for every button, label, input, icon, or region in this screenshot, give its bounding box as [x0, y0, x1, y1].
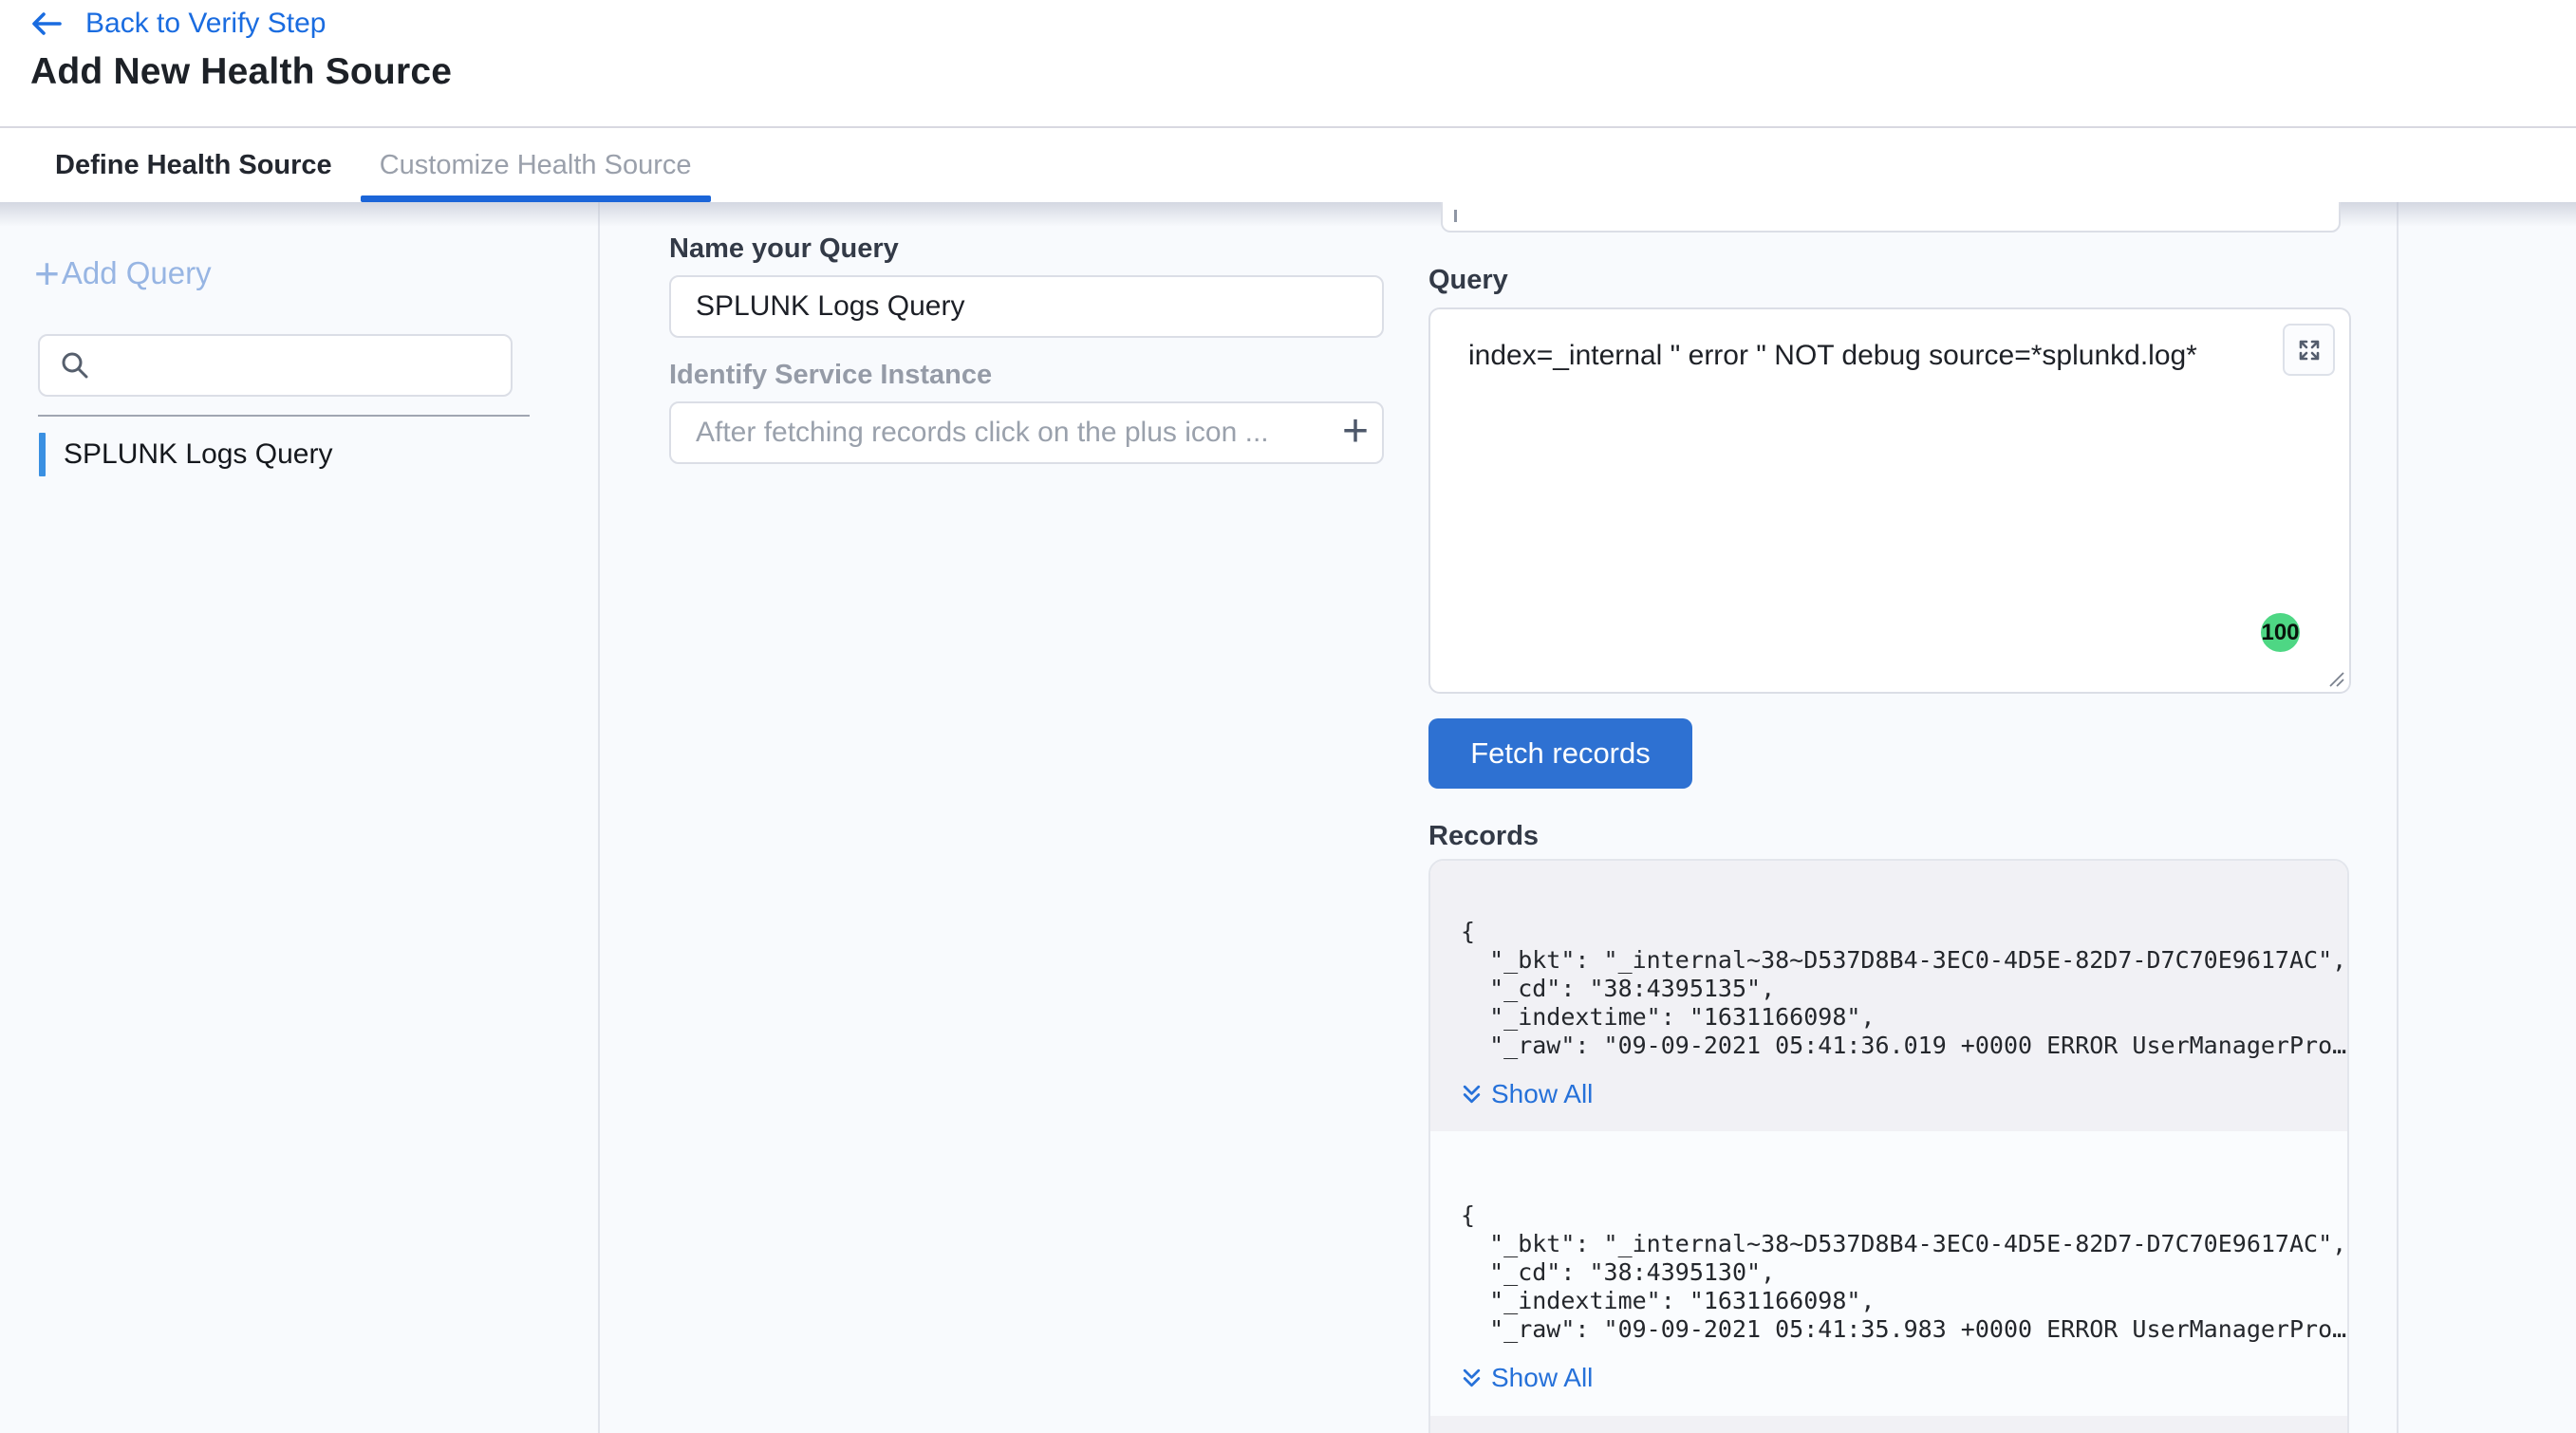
show-all-link[interactable]: Show All [1461, 1363, 2347, 1393]
record-card: { "_bkt": "_internal~38~D537D8B4-3EC0-4D… [1430, 861, 2347, 1131]
query-item-label: SPLUNK Logs Query [64, 438, 332, 471]
tab-customize-health-source[interactable]: Customize Health Source [380, 128, 692, 202]
add-service-instance-plus-icon[interactable]: + [1342, 407, 1369, 456]
record-json: { "_bkt": "_internal~38~D537D8B4-3EC0-4D… [1461, 1201, 2347, 1344]
sidebar-list-divider [38, 415, 530, 417]
chevron-double-down-icon [1461, 1368, 1483, 1389]
expand-icon [2296, 337, 2323, 363]
selected-indicator-bar [39, 433, 46, 476]
tab-define-health-source[interactable]: Define Health Source [55, 128, 332, 202]
back-arrow-icon [28, 9, 63, 39]
records-label: Records [1428, 821, 1539, 852]
page-header: Back to Verify Step Add New Health Sourc… [0, 0, 2576, 126]
query-textarea[interactable]: index=_internal " error " NOT debug sour… [1430, 309, 2349, 692]
records-container: { "_bkt": "_internal~38~D537D8B4-3EC0-4D… [1428, 859, 2349, 1433]
sidebar-item-splunk-logs-query[interactable]: SPLUNK Logs Query [39, 433, 332, 476]
textarea-resize-handle[interactable] [2326, 669, 2345, 688]
back-button[interactable]: Back to Verify Step [28, 8, 326, 40]
query-name-input[interactable] [669, 275, 1384, 338]
show-all-label: Show All [1491, 1363, 1593, 1393]
search-icon [59, 349, 91, 382]
content-area: + Add Query SPLUNK Logs Query Name your … [0, 202, 2576, 1433]
scrolled-input-partial[interactable] [1441, 202, 2341, 233]
tab-bar: Define Health Source Customize Health So… [0, 126, 2576, 202]
sidebar-divider [598, 202, 600, 1433]
chevron-double-down-icon [1461, 1084, 1483, 1106]
record-card: { "_bkt": "_internal~38~D537D8B4-3EC0-4D… [1430, 1131, 2347, 1416]
query-search-box[interactable] [38, 334, 513, 397]
show-all-label: Show All [1491, 1079, 1593, 1109]
name-your-query-label: Name your Query [669, 233, 899, 265]
show-all-link[interactable]: Show All [1461, 1079, 2347, 1109]
text-cursor-remnant [1454, 210, 1457, 222]
back-link-label[interactable]: Back to Verify Step [85, 8, 326, 40]
query-label: Query [1428, 265, 1508, 296]
record-json: { "_bkt": "_internal~38~D537D8B4-3EC0-4D… [1461, 918, 2347, 1060]
fetch-records-button[interactable]: Fetch records [1428, 718, 1692, 789]
query-editor: index=_internal " error " NOT debug sour… [1428, 307, 2351, 694]
search-input[interactable] [104, 336, 511, 395]
right-column-divider [2397, 202, 2399, 1433]
add-query-button[interactable]: + Add Query [34, 251, 212, 295]
expand-query-button[interactable] [2283, 324, 2335, 376]
record-card-partial [1430, 1416, 2347, 1433]
page-title: Add New Health Source [30, 51, 452, 93]
identify-service-instance-label: Identify Service Instance [669, 360, 992, 391]
record-count-badge: 100 [2261, 613, 2300, 652]
service-instance-input[interactable] [669, 401, 1384, 464]
add-query-label: Add Query [62, 255, 212, 291]
plus-icon: + [34, 251, 60, 295]
service-instance-field: + [669, 401, 1384, 464]
